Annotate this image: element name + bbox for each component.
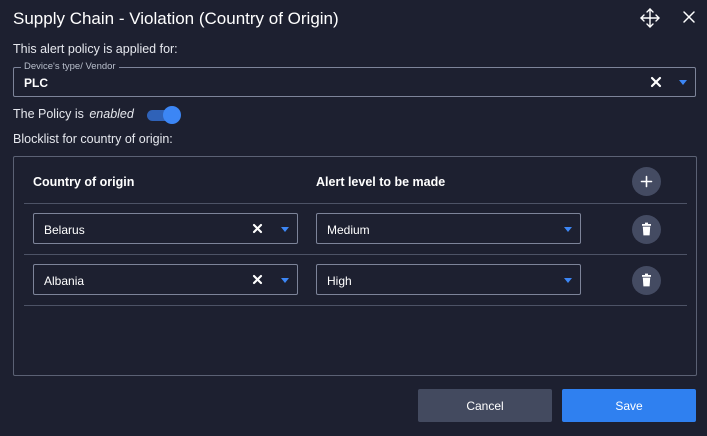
alert-level-select[interactable]: Medium xyxy=(316,213,581,244)
chevron-down-icon xyxy=(564,227,572,232)
clear-icon[interactable] xyxy=(251,273,264,286)
cancel-button[interactable]: Cancel xyxy=(418,389,552,422)
blocklist-table: Country of origin Alert level to be made… xyxy=(13,156,697,376)
delete-row-button[interactable] xyxy=(632,215,661,244)
device-field-value: PLC xyxy=(24,76,48,90)
alert-level-value: High xyxy=(327,274,352,288)
table-row: Albania High xyxy=(14,255,696,305)
trash-icon xyxy=(642,273,651,287)
blocklist-label: Blocklist for country of origin: xyxy=(13,132,173,146)
alert-level-value: Medium xyxy=(327,223,370,237)
device-field-legend: Device's type/ Vendor xyxy=(21,61,119,73)
alert-level-select[interactable]: High xyxy=(316,264,581,295)
toggle-knob xyxy=(163,106,181,124)
country-value: Belarus xyxy=(44,223,85,237)
trash-icon xyxy=(642,222,651,236)
delete-row-button[interactable] xyxy=(632,266,661,295)
add-row-button[interactable] xyxy=(632,167,661,196)
close-icon[interactable] xyxy=(680,8,698,26)
move-icon[interactable] xyxy=(639,7,661,29)
plus-icon xyxy=(640,175,653,188)
country-select[interactable]: Belarus xyxy=(33,213,298,244)
chevron-down-icon xyxy=(564,278,572,283)
save-button[interactable]: Save xyxy=(562,389,696,422)
chevron-down-icon[interactable] xyxy=(678,79,688,86)
clear-icon[interactable] xyxy=(649,75,663,89)
country-select[interactable]: Albania xyxy=(33,264,298,295)
column-header-country: Country of origin xyxy=(33,175,135,189)
device-type-vendor-field[interactable]: Device's type/ Vendor PLC xyxy=(13,61,696,97)
violation-dialog: Supply Chain - Violation (Country of Ori… xyxy=(0,0,707,436)
applied-for-label: This alert policy is applied for: xyxy=(13,42,178,56)
policy-status-text: The Policy is enabled xyxy=(13,107,134,121)
divider xyxy=(24,305,687,306)
table-row: Belarus Medium xyxy=(14,204,696,254)
policy-enabled-toggle[interactable] xyxy=(145,106,181,124)
dialog-title: Supply Chain - Violation (Country of Ori… xyxy=(13,9,339,28)
chevron-down-icon xyxy=(281,227,289,232)
column-header-alert-level: Alert level to be made xyxy=(316,175,446,189)
policy-state: enabled xyxy=(89,107,134,121)
country-value: Albania xyxy=(44,274,85,288)
chevron-down-icon xyxy=(281,278,289,283)
policy-prefix: The Policy is xyxy=(13,107,84,121)
clear-icon[interactable] xyxy=(251,222,264,235)
